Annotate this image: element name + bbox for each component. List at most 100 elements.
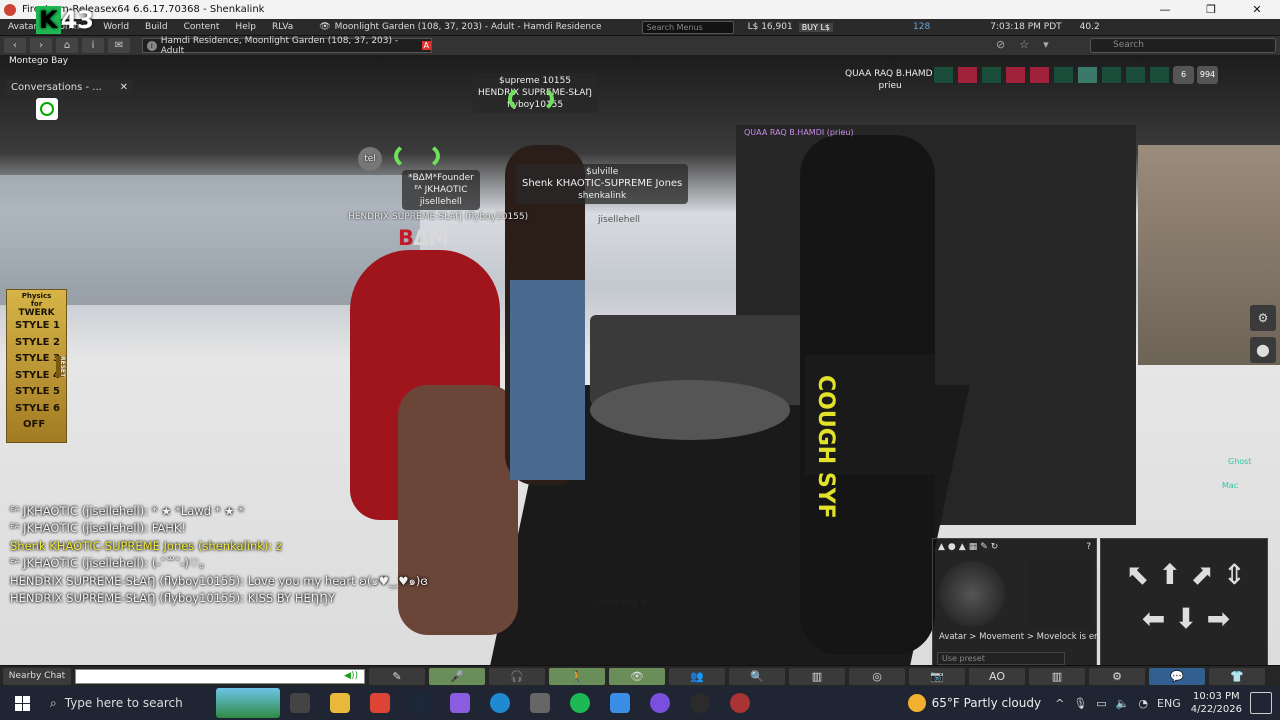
volume-icon[interactable]: 🔈 xyxy=(1116,697,1130,710)
location-bar[interactable]: i Hamdi Residence, Moonlight Garden (108… xyxy=(142,36,432,56)
network-icon[interactable]: ◔ xyxy=(1138,697,1148,710)
taskbar-clock[interactable]: 10:03 PM 4/22/2026 xyxy=(1191,690,1242,716)
hud-icon[interactable] xyxy=(1029,66,1050,84)
hud-icon[interactable] xyxy=(1005,66,1026,84)
start-button[interactable] xyxy=(0,686,44,720)
menu-world[interactable]: World xyxy=(95,22,137,32)
menu-bar: Avatar Comms World Build Content Help RL… xyxy=(0,19,1280,36)
snapshot-button[interactable]: 📷 xyxy=(909,667,965,685)
camera-joystick[interactable] xyxy=(939,561,1005,627)
battery-icon[interactable]: ▭ xyxy=(1096,697,1106,710)
hud-icon[interactable] xyxy=(1125,66,1146,84)
preferences-button[interactable]: ⚙ xyxy=(1089,667,1145,685)
app-icon[interactable] xyxy=(680,686,720,720)
chevron-up-icon[interactable]: ^ xyxy=(1055,697,1064,710)
hud-icon[interactable] xyxy=(1101,66,1122,84)
close-icon[interactable]: ✕ xyxy=(120,80,128,96)
home-button[interactable]: ⌂ xyxy=(56,38,78,53)
hud-count[interactable]: 6 xyxy=(1173,66,1194,84)
pan-joystick[interactable] xyxy=(1029,559,1093,629)
mic-icon[interactable]: 🎙 xyxy=(1073,697,1087,710)
radar-button[interactable]: ◎ xyxy=(849,667,905,685)
hud-icon[interactable] xyxy=(1149,66,1170,84)
view-button[interactable]: 👁 xyxy=(609,667,665,685)
appearance-button[interactable]: 👕 xyxy=(1209,667,1265,685)
hud-icon[interactable] xyxy=(933,66,954,84)
search-button[interactable]: 🔍 xyxy=(729,667,785,685)
search-menus-input[interactable]: Search Menus xyxy=(641,20,734,34)
info-button[interactable]: i xyxy=(82,38,104,53)
edge-app[interactable] xyxy=(480,686,520,720)
move-button[interactable]: 🚶 xyxy=(549,667,605,685)
map-pin-icon[interactable]: ⬤ xyxy=(1250,337,1276,363)
back-button[interactable]: ‹ xyxy=(4,38,26,53)
physics-twerk-hud: Physics for TWERK STYLE 1 STYLE 2 STYLE … xyxy=(6,289,67,443)
movement-arrows[interactable]: ⬉ ⬆ ⬈ ⇕ ⬅ ⬇ ➡ xyxy=(1111,553,1261,649)
settings-icon[interactable]: ⚙ xyxy=(1250,305,1276,331)
steam-app[interactable] xyxy=(400,686,440,720)
taskbar-search[interactable]: ⌕ Type here to search xyxy=(44,686,210,720)
walk-icon[interactable]: ▲ xyxy=(938,542,945,552)
no-voice-icon[interactable]: ⊘ xyxy=(996,38,1005,51)
landmark-button[interactable]: ✉ xyxy=(108,38,130,53)
language[interactable]: ENG xyxy=(1157,697,1181,710)
cam-icon[interactable]: ▦ xyxy=(969,542,978,552)
dropdown-icon[interactable]: ▾ xyxy=(1043,38,1049,51)
style-2-button[interactable]: STYLE 2 xyxy=(7,335,66,352)
menu-help[interactable]: Help xyxy=(227,22,264,32)
forward-button[interactable]: › xyxy=(30,38,52,53)
coffee-table xyxy=(590,380,790,440)
off-button[interactable]: OFF xyxy=(7,417,66,434)
copilot-app[interactable] xyxy=(440,686,480,720)
menu-build[interactable]: Build xyxy=(137,22,176,32)
search-input[interactable]: Search xyxy=(1090,38,1276,53)
inventory-button[interactable]: ▥ xyxy=(1029,667,1085,685)
reset-button[interactable]: RESET xyxy=(56,356,66,378)
hud-icon[interactable] xyxy=(957,66,978,84)
firestorm-app[interactable] xyxy=(720,686,760,720)
people-button[interactable]: 👥 xyxy=(669,667,725,685)
edit-button[interactable]: ✎ xyxy=(369,667,425,685)
menu-location[interactable]: 👁 Moonlight Garden (108, 37, 203) - Adul… xyxy=(319,22,601,32)
star-icon[interactable]: ☆ xyxy=(1019,38,1029,51)
minimize-button[interactable]: — xyxy=(1142,3,1188,16)
menu-rlva[interactable]: RLVa xyxy=(264,22,301,32)
file-explorer-app[interactable] xyxy=(320,686,360,720)
hud-icon[interactable] xyxy=(1053,66,1074,84)
style-5-button[interactable]: STYLE 5 xyxy=(7,384,66,401)
drop-icon[interactable]: ● xyxy=(948,542,956,552)
wps-app[interactable] xyxy=(360,686,400,720)
weather-widget[interactable]: 65°F Partly cloudy xyxy=(907,694,1041,712)
search-highlight-image[interactable] xyxy=(216,688,280,718)
nearby-chat-button[interactable]: Nearby Chat xyxy=(3,667,71,685)
chat-input[interactable]: ◀)) xyxy=(75,668,365,684)
edit-icon[interactable]: ✎ xyxy=(980,542,988,552)
refresh-icon[interactable]: ↻ xyxy=(991,542,999,552)
voice-indicator xyxy=(508,84,554,114)
task-view-app[interactable] xyxy=(280,686,320,720)
store-app[interactable] xyxy=(520,686,560,720)
buy-lindens-button[interactable]: BUY L$ xyxy=(798,22,834,32)
app-icon[interactable] xyxy=(600,686,640,720)
preset-dropdown[interactable]: Use preset xyxy=(937,652,1065,665)
ao-button[interactable]: AO xyxy=(969,667,1025,685)
maximize-button[interactable]: ❐ xyxy=(1188,3,1234,16)
hud-count[interactable]: 994 xyxy=(1197,66,1218,84)
speak-button[interactable]: 🎤 xyxy=(429,667,485,685)
conversations-panel-header[interactable]: Conversations - ... ✕ xyxy=(6,80,132,96)
voice-button[interactable]: 🎧 xyxy=(489,667,545,685)
spotify-app[interactable] xyxy=(560,686,600,720)
close-button[interactable]: ✕ xyxy=(1234,3,1280,16)
hud-icon[interactable] xyxy=(981,66,1002,84)
style-1-button[interactable]: STYLE 1 xyxy=(7,318,66,335)
help-icon[interactable]: ? xyxy=(1086,542,1091,552)
sit-icon[interactable]: ▲ xyxy=(959,542,966,552)
conversations-button[interactable]: 💬 xyxy=(1149,667,1205,685)
hud-icon[interactable] xyxy=(1077,66,1098,84)
map-button[interactable]: ▥ xyxy=(789,667,845,685)
notification-icon[interactable] xyxy=(1250,692,1272,714)
app-icon[interactable] xyxy=(640,686,680,720)
style-6-button[interactable]: STYLE 6 xyxy=(7,401,66,418)
power-icon[interactable] xyxy=(36,98,58,120)
menu-content[interactable]: Content xyxy=(176,22,228,32)
